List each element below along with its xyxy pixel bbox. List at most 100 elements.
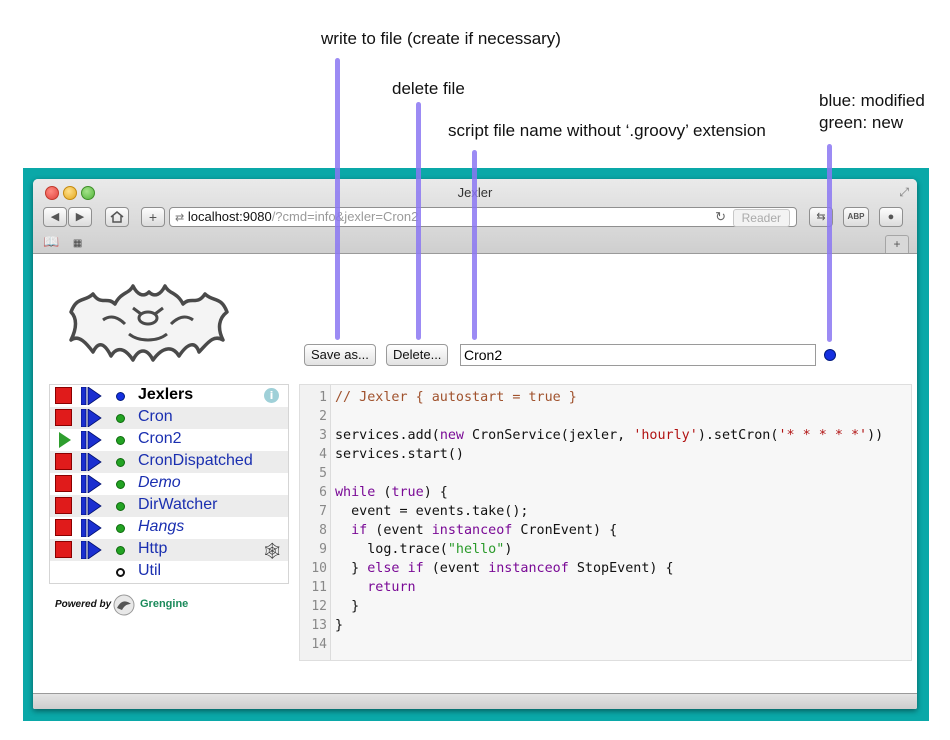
line-number: 12: [311, 599, 327, 614]
annotation-line-status: [827, 144, 832, 342]
back-button[interactable]: ◀: [43, 207, 67, 227]
stop-icon[interactable]: [55, 387, 72, 404]
line-number-gutter: 1 2 3 4 5 6 7 8 9 10 11 12 13 14: [300, 385, 331, 660]
restart-icon[interactable]: [81, 409, 103, 427]
jexler-status-dot: [116, 458, 125, 467]
code-line[interactable]: } else if (event instanceof StopEvent) {: [335, 561, 674, 576]
jexler-status-dot: [116, 436, 125, 445]
annotation-delete: delete file: [392, 79, 465, 98]
jexler-name-link[interactable]: Http: [138, 540, 167, 558]
code-line[interactable]: }: [335, 618, 343, 633]
annotation-write: write to file (create if necessary): [321, 29, 561, 48]
save-as-button[interactable]: Save as...: [304, 344, 376, 366]
line-number: 8: [319, 523, 327, 538]
line-number: 7: [319, 504, 327, 519]
line-number: 10: [311, 561, 327, 576]
stop-icon[interactable]: [55, 475, 72, 492]
restart-icon[interactable]: [81, 541, 103, 559]
line-number: 2: [319, 409, 327, 424]
site-icon: ⇄: [175, 212, 185, 224]
stop-icon[interactable]: [55, 541, 72, 558]
jexler-row[interactable]: Hangs: [50, 517, 288, 539]
jexler-row[interactable]: Jexlers i: [50, 385, 288, 407]
jexler-status-dot: [116, 546, 125, 555]
code-line[interactable]: while (true) {: [335, 485, 448, 500]
reading-list-icon[interactable]: 📖: [43, 234, 59, 249]
jexler-name-link[interactable]: Jexlers: [138, 386, 193, 404]
jexler-row[interactable]: DirWatcher: [50, 495, 288, 517]
code-line[interactable]: if (event instanceof CronEvent) {: [335, 523, 617, 538]
powered-by-label: Powered by: [55, 599, 112, 610]
fullscreen-icon[interactable]: ⤢: [899, 185, 909, 200]
jexler-status-dot: [116, 568, 125, 577]
home-icon: [110, 211, 124, 223]
line-number: 3: [319, 428, 327, 443]
restart-icon[interactable]: [81, 387, 103, 405]
stop-icon[interactable]: [55, 453, 72, 470]
jexler-row[interactable]: Cron2: [50, 429, 288, 451]
annotation-status-new: green: new: [819, 113, 904, 132]
line-number: 1: [319, 390, 327, 405]
reader-button[interactable]: Reader: [732, 209, 790, 227]
restart-icon[interactable]: [81, 431, 103, 449]
stop-icon[interactable]: [55, 497, 72, 514]
annotation-line-script-name: [472, 150, 477, 340]
jexler-row[interactable]: Util: [50, 561, 288, 583]
code-line[interactable]: event = events.take();: [335, 504, 528, 519]
line-number: 9: [319, 542, 327, 557]
info-icon[interactable]: i: [264, 388, 279, 403]
annotation-line-delete: [416, 102, 421, 340]
script-name-input[interactable]: [460, 344, 816, 366]
jexler-name-link[interactable]: DirWatcher: [138, 496, 217, 514]
jexler-row[interactable]: Cron: [50, 407, 288, 429]
home-button[interactable]: [105, 207, 129, 227]
code-line[interactable]: return: [335, 580, 415, 595]
jexler-logo-icon: [69, 284, 229, 362]
jexler-row[interactable]: CronDispatched: [50, 451, 288, 473]
new-tab-button[interactable]: +: [885, 235, 909, 253]
reload-icon[interactable]: ↻: [715, 208, 726, 226]
code-editor[interactable]: 1 2 3 4 5 6 7 8 9 10 11 12 13 14 // Jexler { autostar…: [299, 384, 912, 661]
line-number: 4: [319, 447, 327, 462]
code-line[interactable]: }: [335, 599, 359, 614]
code-line[interactable]: services.add(new CronService(jexler, 'ho…: [335, 428, 883, 443]
code-line[interactable]: log.trace("hello"): [335, 542, 512, 557]
jexler-name-link[interactable]: CronDispatched: [138, 452, 253, 470]
script-status-dot: [824, 349, 836, 361]
restart-icon[interactable]: [81, 497, 103, 515]
add-bookmark-button[interactable]: +: [141, 207, 165, 227]
jexler-name-link[interactable]: Demo: [138, 474, 181, 492]
forward-button[interactable]: ▶: [68, 207, 92, 227]
line-number: 5: [319, 466, 327, 481]
jexler-name-link[interactable]: Cron2: [138, 430, 182, 448]
grengine-link[interactable]: Grengine: [140, 598, 188, 610]
bookmarks-bar: 📖 ▦: [43, 234, 82, 250]
restart-icon[interactable]: [81, 475, 103, 493]
grengine-logo-icon: [113, 594, 135, 616]
url-host: localhost:9080: [187, 209, 272, 224]
adblock-icon[interactable]: ABP: [843, 207, 869, 227]
restart-icon[interactable]: [81, 519, 103, 537]
delete-button[interactable]: Delete...: [386, 344, 449, 366]
jexler-name-link[interactable]: Cron: [138, 408, 173, 426]
line-number: 14: [311, 637, 327, 652]
jexler-name-link[interactable]: Hangs: [138, 518, 184, 536]
jexler-name-link[interactable]: Util: [138, 562, 161, 580]
jexler-status-dot: [116, 480, 125, 489]
line-number: 11: [311, 580, 327, 595]
jexler-row[interactable]: Demo: [50, 473, 288, 495]
restart-icon[interactable]: [81, 453, 103, 471]
ghostery-icon[interactable]: ●: [879, 207, 903, 227]
line-number: 13: [311, 618, 327, 633]
address-bar[interactable]: ⇄ localhost:9080/?cmd=info&jexler=Cron2 …: [169, 207, 797, 227]
stop-icon[interactable]: [55, 409, 72, 426]
annotation-status-modified: blue: modified: [819, 91, 925, 110]
jexler-status-dot: [116, 524, 125, 533]
jexler-row[interactable]: Http 🕸: [50, 539, 288, 561]
top-sites-icon[interactable]: ▦: [73, 238, 82, 249]
code-line[interactable]: // Jexler { autostart = true }: [335, 390, 577, 405]
code-line[interactable]: services.start(): [335, 447, 464, 462]
stop-icon[interactable]: [55, 519, 72, 536]
start-icon[interactable]: [59, 432, 71, 448]
web-icon[interactable]: 🕸: [262, 541, 282, 561]
